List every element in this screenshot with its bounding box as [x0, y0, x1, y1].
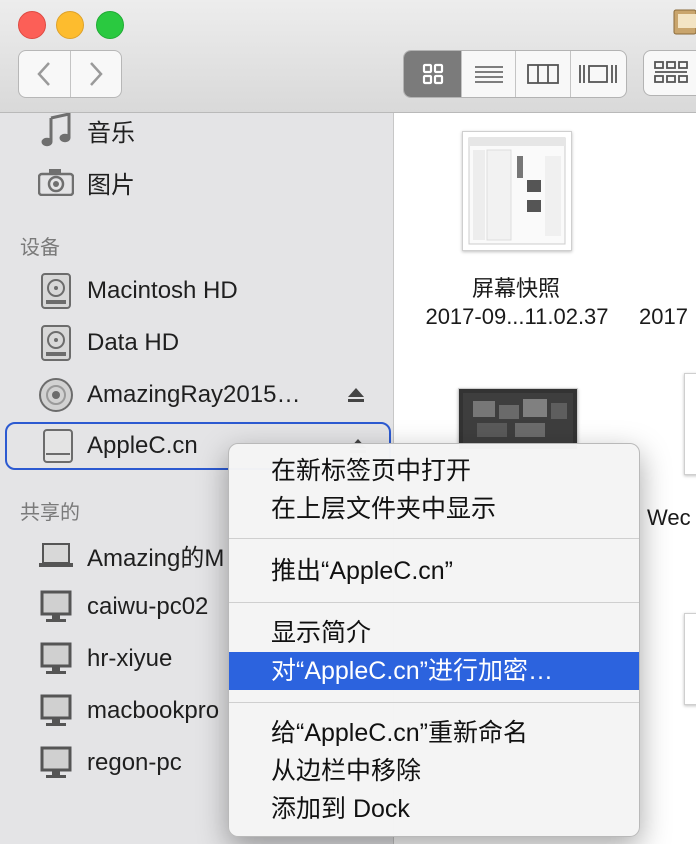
optical-disc-icon	[36, 375, 76, 415]
menu-item-eject[interactable]: 推出“AppleC.cn”	[229, 552, 639, 590]
sidebar-item-amazingray2015[interactable]: AmazingRay2015…	[0, 372, 393, 418]
list-view-button[interactable]	[461, 51, 515, 97]
file-thumbnail-partial[interactable]	[684, 373, 696, 475]
sidebar-item-label: regon-pc	[87, 749, 182, 776]
grid-icon	[422, 63, 443, 85]
menu-item-open-in-new-tab[interactable]: 在新标签页中打开	[229, 452, 639, 490]
dark-image-preview-icon	[463, 393, 573, 445]
menu-item-add-to-dock[interactable]: 添加到 Dock	[229, 790, 639, 828]
cover-flow-icon	[579, 65, 618, 83]
hard-disk-icon	[36, 323, 76, 363]
menu-item-encrypt[interactable]: 对“AppleC.cn”进行加密…	[229, 652, 639, 690]
sidebar-item-pictures[interactable]: 图片	[0, 159, 393, 205]
finder-toolbar	[0, 0, 696, 113]
chevron-left-icon	[37, 62, 51, 86]
monitor-icon	[36, 691, 76, 731]
sidebar-item-label: caiwu-pc02	[87, 593, 209, 620]
external-drive-icon	[38, 426, 78, 466]
view-mode-switcher	[403, 50, 627, 98]
menu-item-show-in-enclosing-folder[interactable]: 在上层文件夹中显示	[229, 490, 639, 528]
menu-item-rename[interactable]: 给“AppleC.cn”重新命名	[229, 714, 639, 752]
forward-button[interactable]	[69, 51, 122, 97]
sidebar-item-music[interactable]: 音乐	[0, 107, 393, 153]
navigation-buttons	[18, 50, 122, 98]
back-button[interactable]	[19, 51, 70, 97]
music-icon	[36, 110, 76, 150]
arrange-button[interactable]	[643, 50, 696, 96]
sidebar-item-label: hr-xiyue	[87, 645, 173, 672]
section-header-shared: 共享的	[20, 502, 80, 524]
sidebar-item-label: Data HD	[87, 329, 180, 356]
screenshot-preview-icon	[468, 137, 566, 245]
monitor-icon	[36, 639, 76, 679]
arrange-grid-icon	[654, 61, 688, 83]
sidebar-item-label: AppleC.cn	[87, 432, 198, 459]
column-view-button[interactable]	[515, 51, 569, 97]
icon-view-button[interactable]	[404, 51, 462, 97]
hard-disk-icon	[36, 271, 76, 311]
menu-item-remove-from-sidebar[interactable]: 从边栏中移除	[229, 752, 639, 790]
file-thumbnail-partial[interactable]	[684, 613, 696, 705]
context-menu: 在新标签页中打开 在上层文件夹中显示 推出“AppleC.cn” 显示简介 对“…	[228, 443, 640, 837]
eject-icon[interactable]	[345, 384, 367, 406]
file-thumbnail-dark[interactable]	[458, 388, 578, 450]
cover-flow-view-button[interactable]	[569, 51, 626, 97]
laptop-icon	[36, 535, 76, 575]
sidebar-item-label: Amazing的M	[87, 544, 225, 572]
folder-proxy-icon[interactable]	[672, 6, 696, 41]
file-name-line2: 2017-09...11.02.37	[425, 304, 609, 329]
monitor-icon	[36, 743, 76, 783]
sidebar-item-label: AmazingRay2015…	[87, 381, 301, 408]
close-window-button[interactable]	[18, 11, 46, 39]
file-name-line1: 屏幕快照	[471, 276, 560, 301]
zoom-window-button[interactable]	[96, 11, 124, 39]
sidebar-item-label: 图片	[87, 171, 135, 199]
file-name-line2: 2017	[639, 304, 688, 329]
file-thumbnail-screenshot[interactable]	[462, 131, 572, 251]
camera-icon	[36, 162, 76, 202]
sidebar-item-macintosh-hd[interactable]: Macintosh HD	[0, 268, 393, 314]
sidebar-item-label: macbookpro	[87, 697, 220, 724]
chevron-right-icon	[89, 62, 103, 86]
monitor-icon	[36, 587, 76, 627]
file-name-line1: Wec	[647, 505, 691, 530]
list-icon	[474, 66, 503, 83]
menu-item-get-info[interactable]: 显示简介	[229, 614, 639, 652]
menu-separator	[229, 538, 639, 539]
sidebar-item-data-hd[interactable]: Data HD	[0, 320, 393, 366]
menu-separator	[229, 702, 639, 703]
section-header-devices: 设备	[20, 237, 60, 259]
sidebar-item-label: 音乐	[87, 119, 135, 147]
sidebar-item-label: Macintosh HD	[87, 277, 238, 304]
menu-separator	[229, 602, 639, 603]
minimize-window-button[interactable]	[56, 11, 84, 39]
columns-icon	[527, 64, 560, 84]
